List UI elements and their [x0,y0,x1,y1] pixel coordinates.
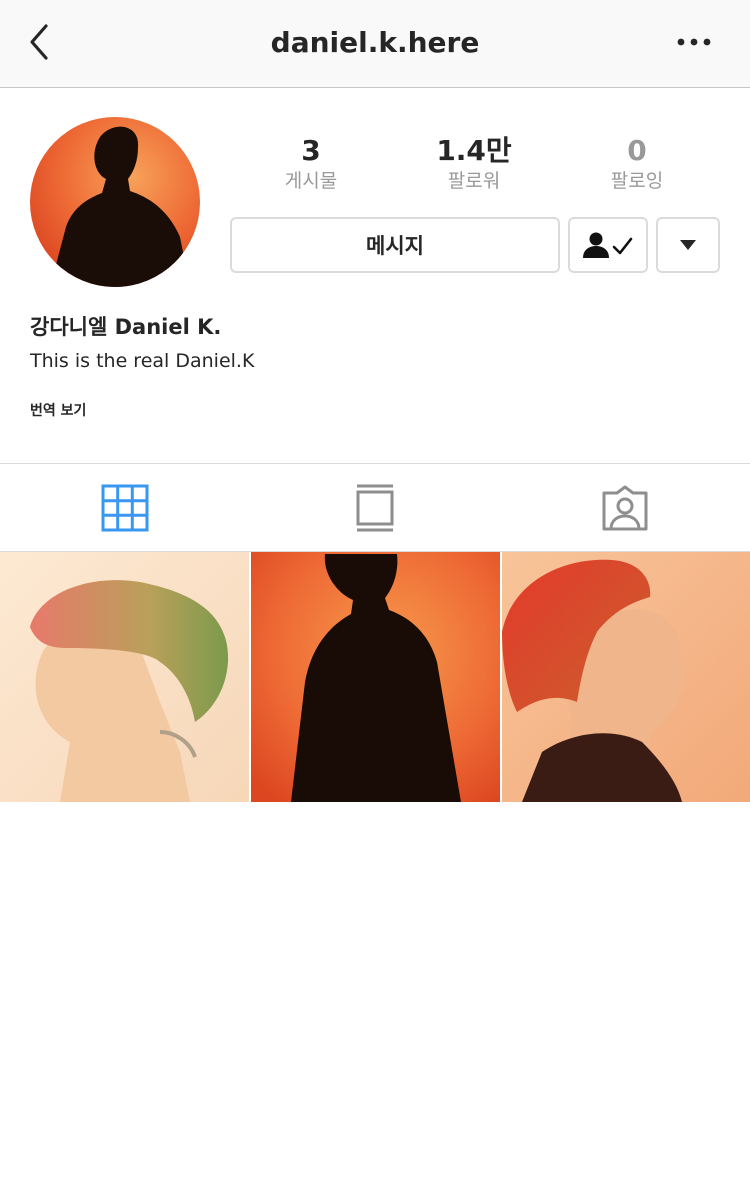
caret-down-icon [680,240,696,250]
profile-tab-bar [0,463,750,552]
tab-feed[interactable] [250,464,500,552]
stat-posts-label: 게시물 [284,170,338,192]
post-thumbnail[interactable] [502,552,750,802]
grid-icon [101,484,149,532]
message-button[interactable]: 메시지 [230,217,560,273]
top-nav-bar: daniel.k.here [0,0,750,88]
posts-grid [0,552,750,802]
profile-bio: This is the real Daniel.K [30,350,255,372]
profile-full-name: 강다니엘 Daniel K. [30,315,222,339]
see-translation-link[interactable]: 번역 보기 [30,400,86,420]
tab-grid[interactable] [0,464,250,552]
stat-following-value: 0 [627,134,647,167]
stat-following-label: 팔로잉 [610,170,664,192]
suggestions-dropdown-button[interactable] [656,217,720,273]
post-thumbnail[interactable] [0,552,249,802]
profile-avatar[interactable] [30,117,200,287]
stat-followers-label: 팔로워 [447,170,501,192]
more-options-button[interactable] [672,26,716,58]
stat-posts-value: 3 [301,134,321,167]
tagged-user-icon [602,485,648,531]
tab-tagged[interactable] [500,464,750,552]
following-button[interactable] [568,217,648,273]
stat-posts[interactable]: 3 게시물 [241,134,381,194]
stat-followers[interactable]: 1.4만 팔로워 [404,134,544,194]
more-horizontal-icon [677,38,711,46]
stat-following[interactable]: 0 팔로잉 [567,134,707,194]
profile-username-title: daniel.k.here [270,26,480,59]
post-thumbnail[interactable] [251,552,500,802]
feed-icon [356,484,394,532]
user-check-icon [583,232,633,258]
stat-followers-value: 1.4만 [436,134,512,167]
